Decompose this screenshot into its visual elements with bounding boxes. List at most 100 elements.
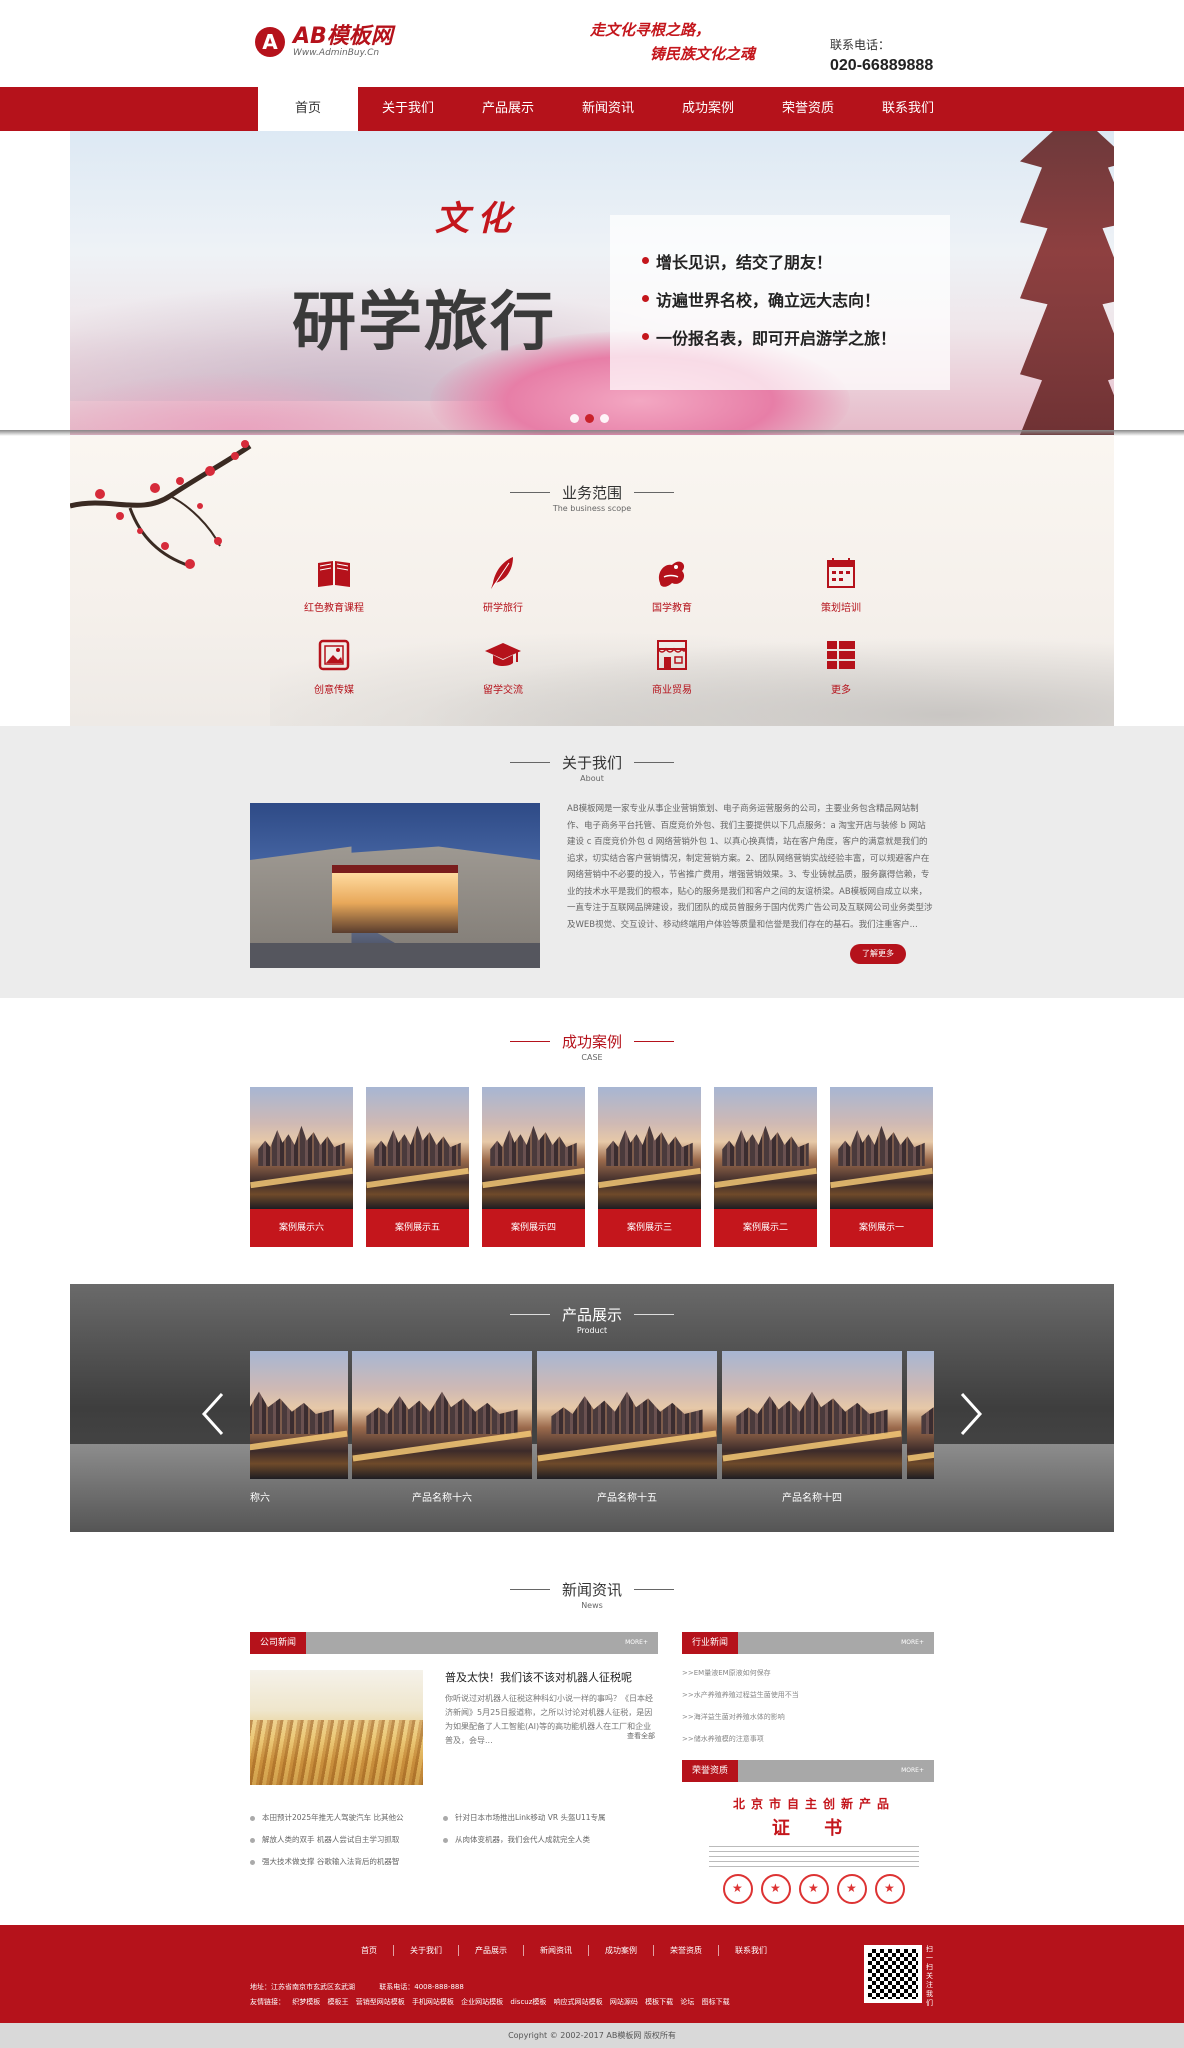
certificate-seals bbox=[694, 1874, 934, 1904]
service-study-abroad[interactable]: 留学交流 bbox=[443, 635, 563, 696]
featured-news-image[interactable] bbox=[250, 1670, 423, 1785]
nav-item-home[interactable]: 首页 bbox=[258, 87, 358, 131]
banner-dot-2[interactable] bbox=[585, 414, 594, 423]
nav-item-cases[interactable]: 成功案例 bbox=[658, 87, 758, 131]
industry-news-tab[interactable]: 行业新闻 bbox=[682, 1632, 739, 1654]
header-contact: 联系电话： 020-66889888 bbox=[830, 36, 933, 75]
case-caption: 案例展示五 bbox=[366, 1209, 469, 1247]
certificate-title: 证 书 bbox=[771, 1818, 857, 1839]
service-study-tour[interactable]: 研学旅行 bbox=[443, 553, 563, 614]
book-icon bbox=[318, 561, 350, 587]
footer-friend-links: 友情链接： 织梦模板 模板王 营销型网站模板 手机网站模板 企业网站模板 dis… bbox=[250, 1997, 735, 2007]
service-label: 更多 bbox=[831, 685, 851, 696]
product-caption: 品名称六 bbox=[250, 1493, 270, 1504]
site-logo[interactable]: A AB模板网 Www.AdminBuy.Cn bbox=[255, 26, 393, 58]
business-scope-section bbox=[70, 436, 1114, 726]
honor-more[interactable]: MORE+ bbox=[901, 1760, 924, 1782]
service-label: 策划培训 bbox=[821, 603, 861, 614]
product-card[interactable] bbox=[250, 1351, 348, 1479]
list-item[interactable]: 从肉体变机器，我们会代人成就完全人类 bbox=[443, 1829, 606, 1851]
case-card[interactable]: 案例展示六 bbox=[250, 1087, 353, 1247]
case-card[interactable]: 案例展示五 bbox=[366, 1087, 469, 1247]
footer-nav-item[interactable]: 关于我们 bbox=[394, 1945, 459, 1956]
list-item[interactable]: >>储水养殖模的注意事项 bbox=[682, 1728, 799, 1750]
cases-title-text: 成功案例 bbox=[509, 1031, 675, 1052]
case-card[interactable]: 案例展示二 bbox=[714, 1087, 817, 1247]
service-red-education[interactable]: 红色教育课程 bbox=[274, 553, 394, 614]
honor-tab-bar: 荣誉资质 MORE+ bbox=[682, 1760, 934, 1782]
service-commerce[interactable]: 商业贸易 bbox=[612, 635, 732, 696]
product-card[interactable] bbox=[352, 1351, 532, 1479]
nav-item-about[interactable]: 关于我们 bbox=[358, 87, 458, 131]
logo-mark: A bbox=[255, 27, 285, 57]
product-card[interactable] bbox=[722, 1351, 902, 1479]
list-item[interactable]: >>海洋益生菌对养殖水体的影响 bbox=[682, 1706, 799, 1728]
friend-link[interactable]: 模板王 bbox=[327, 1998, 348, 2006]
footer-nav-item[interactable]: 荣誉资质 bbox=[654, 1945, 719, 1956]
case-caption: 案例展示四 bbox=[482, 1209, 585, 1247]
friend-link[interactable]: 手机网站模板 bbox=[412, 1998, 454, 2006]
product-image bbox=[250, 1351, 348, 1479]
site-header: A AB模板网 Www.AdminBuy.Cn 走文化寻根之路， 铸民族文化之魂… bbox=[0, 0, 1184, 87]
company-news-more[interactable]: MORE+ bbox=[625, 1632, 648, 1654]
nav-item-news[interactable]: 新闻资讯 bbox=[558, 87, 658, 131]
footer-nav-item[interactable]: 产品展示 bbox=[459, 1945, 524, 1956]
hero-banner[interactable]: 文化 研学旅行 增长见识，结交了朋友！ 访遍世界名校，确立远大志向！ 一份报名表… bbox=[70, 131, 1114, 435]
footer-nav-item[interactable]: 成功案例 bbox=[589, 1945, 654, 1956]
footer-nav-item[interactable]: 联系我们 bbox=[719, 1945, 783, 1956]
products-next-arrow[interactable] bbox=[956, 1392, 986, 1436]
service-creative-media[interactable]: 创意传媒 bbox=[274, 635, 394, 696]
chevron-left-icon bbox=[201, 1392, 224, 1436]
list-item[interactable]: >>EM量液EM原液如何保存 bbox=[682, 1662, 799, 1684]
product-card[interactable] bbox=[537, 1351, 717, 1479]
list-item[interactable]: 解放人类的双手 机器人尝试自主学习抓取 bbox=[250, 1829, 403, 1851]
friend-link[interactable]: 营销型网站模板 bbox=[356, 1998, 405, 2006]
industry-news-more[interactable]: MORE+ bbox=[901, 1632, 924, 1654]
company-news-tab[interactable]: 公司新闻 bbox=[250, 1632, 307, 1654]
industry-news-box: 行业新闻 MORE+ bbox=[682, 1632, 934, 1654]
featured-news-title[interactable]: 普及太快！我们该不该对机器人征税呢 bbox=[445, 1669, 632, 1685]
featured-news-more[interactable]: 查看全部 bbox=[627, 1731, 655, 1741]
friend-link[interactable]: 图标下载 bbox=[702, 1998, 730, 2006]
header-slogan: 走文化寻根之路， 铸民族文化之魂 bbox=[590, 18, 790, 66]
nav-item-honors[interactable]: 荣誉资质 bbox=[758, 87, 858, 131]
case-card[interactable]: 案例展示一 bbox=[830, 1087, 933, 1247]
list-item[interactable]: 针对日本市场推出Link移动 VR 头盔U11专属 bbox=[443, 1807, 606, 1829]
friend-link[interactable]: 企业网站模板 bbox=[461, 1998, 503, 2006]
industry-news-list: >>EM量液EM原液如何保存 >>水产养殖养殖过程益生菌使用不当 >>海洋益生菌… bbox=[682, 1662, 799, 1750]
cases-title-sub: CASE bbox=[581, 1053, 603, 1062]
service-more[interactable]: 更多 bbox=[781, 635, 901, 696]
nav-item-products[interactable]: 产品展示 bbox=[458, 87, 558, 131]
products-prev-arrow[interactable] bbox=[198, 1392, 228, 1436]
case-card[interactable]: 案例展示四 bbox=[482, 1087, 585, 1247]
friend-link[interactable]: discuz模板 bbox=[510, 1998, 546, 2006]
honor-certificate[interactable]: 北京市自主创新产品 证 书 bbox=[694, 1795, 934, 1905]
friend-link[interactable]: 论坛 bbox=[680, 1998, 694, 2006]
banner-dot-1[interactable] bbox=[570, 414, 579, 423]
friend-link[interactable]: 模板下载 bbox=[645, 1998, 673, 2006]
friend-link[interactable]: 响应式网站模板 bbox=[554, 1998, 603, 2006]
product-caption: 产品名称十四 bbox=[782, 1493, 842, 1504]
case-card[interactable]: 案例展示三 bbox=[598, 1087, 701, 1247]
company-news-box: 公司新闻 MORE+ bbox=[250, 1632, 658, 1654]
banner-dot-3[interactable] bbox=[600, 414, 609, 423]
nav-item-contact[interactable]: 联系我们 bbox=[858, 87, 958, 131]
honor-tab[interactable]: 荣誉资质 bbox=[682, 1760, 739, 1782]
footer-info: 地址：江苏省南京市玄武区玄武湖 联系电话：4008-888-888 bbox=[250, 1982, 486, 1992]
service-label: 商业贸易 bbox=[652, 685, 692, 696]
list-item[interactable]: >>水产养殖养殖过程益生菌使用不当 bbox=[682, 1684, 799, 1706]
friend-links-label: 友情链接： bbox=[250, 1998, 285, 2006]
honor-box: 荣誉资质 MORE+ bbox=[682, 1760, 934, 1782]
product-card[interactable] bbox=[907, 1351, 934, 1479]
footer-nav-item[interactable]: 新闻资讯 bbox=[524, 1945, 589, 1956]
contact-label: 联系电话： bbox=[830, 38, 891, 52]
footer-nav-item[interactable]: 首页 bbox=[345, 1945, 394, 1956]
service-chinese-studies[interactable]: 国学教育 bbox=[612, 553, 732, 614]
friend-link[interactable]: 网站源码 bbox=[610, 1998, 638, 2006]
service-planning-training[interactable]: 策划培训 bbox=[781, 553, 901, 614]
list-item[interactable]: 强大技术做支撑 谷歌输入法背后的机器智 bbox=[250, 1851, 403, 1873]
about-more-button[interactable]: 了解更多 bbox=[850, 944, 906, 964]
list-item[interactable]: 本田预计2025年推无人驾驶汽车 比其他公 bbox=[250, 1807, 403, 1829]
friend-link[interactable]: 织梦模板 bbox=[292, 1998, 320, 2006]
product-image bbox=[537, 1351, 717, 1479]
